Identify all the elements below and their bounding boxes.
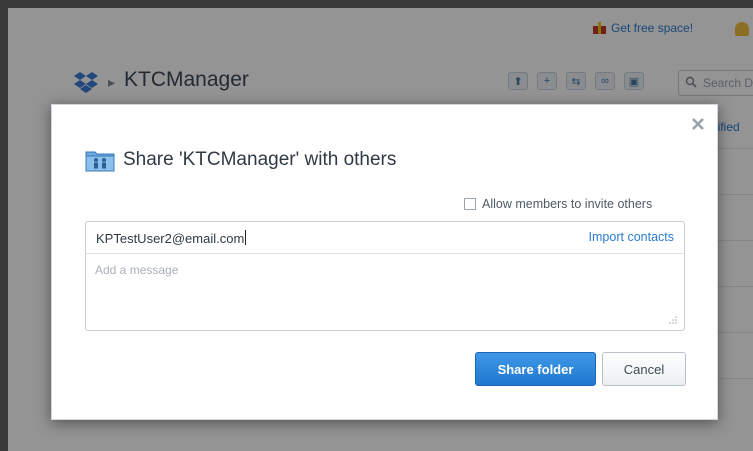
message-textarea[interactable]: Add a message [86,255,684,330]
resize-grip-icon[interactable] [669,316,677,324]
message-placeholder: Add a message [95,263,179,277]
share-folder-dialog: Share 'KTCManager' with others Allow mem… [51,104,718,420]
share-compose-box: KPTestUser2@email.com Import contacts Ad… [85,221,685,331]
cancel-button[interactable]: Cancel [602,352,686,386]
dialog-header: Share 'KTCManager' with others [85,148,396,172]
shared-folder-icon [85,151,115,172]
email-value: KPTestUser2@email.com [96,231,245,246]
allow-invite-checkbox[interactable] [464,198,476,210]
dialog-title: Share 'KTCManager' with others [123,149,397,170]
allow-invite-option[interactable]: Allow members to invite others [464,197,652,211]
email-field[interactable]: KPTestUser2@email.com Import contacts [86,222,684,254]
allow-invite-label: Allow members to invite others [482,197,653,211]
text-caret [245,230,247,245]
share-folder-button[interactable]: Share folder [475,352,596,386]
import-contacts-link[interactable]: Import contacts [589,230,674,244]
close-icon[interactable] [690,116,706,132]
